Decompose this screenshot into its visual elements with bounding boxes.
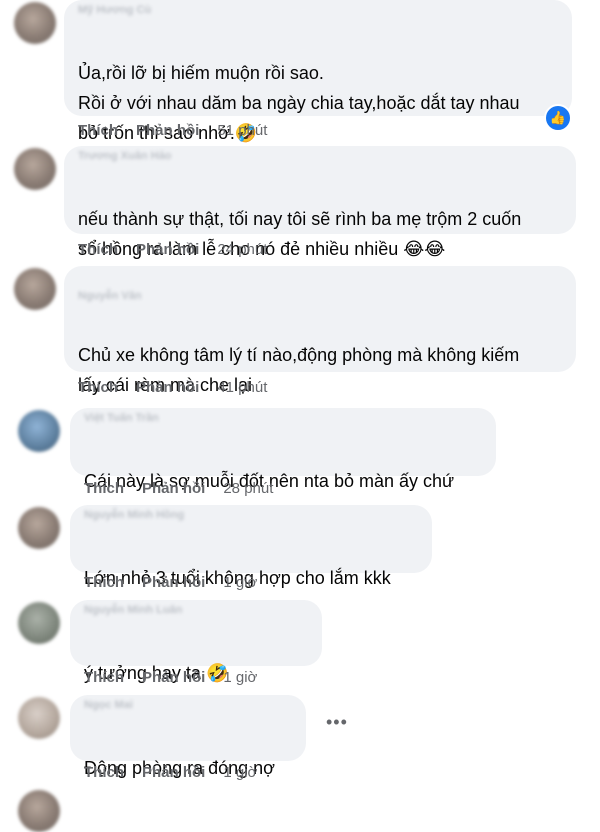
comment-time[interactable]: 1 giờ [223, 669, 257, 686]
avatar[interactable] [18, 410, 60, 452]
comment-author[interactable]: Nguyễn Văn [78, 290, 142, 302]
avatar[interactable] [18, 602, 60, 644]
reply-button[interactable]: Phản hồi [142, 669, 205, 686]
reply-button[interactable]: Phản hồi [136, 122, 199, 139]
comment-author[interactable]: Mỹ Hương Cù [78, 4, 151, 16]
reply-button[interactable]: Phản hồi [142, 574, 205, 591]
comment-actions: Thích Phản hồi 24 phút [78, 241, 285, 258]
comment-actions: Thích Phản hồi 1 giờ [84, 669, 275, 686]
comment-bubble: Trương Xuân Hảo nếu thành sự thật, tối n… [64, 146, 576, 259]
avatar[interactable] [14, 2, 56, 44]
like-button[interactable]: Thích [84, 764, 124, 781]
reply-button[interactable]: Phản hồi [136, 241, 199, 258]
like-button[interactable]: Thích [84, 574, 124, 591]
like-button[interactable]: Thích [78, 122, 118, 139]
comment-author[interactable]: Trương Xuân Hảo [78, 150, 171, 162]
comment-author[interactable]: Nguyễn Minh Hồng [84, 509, 184, 521]
laughing-emoji: 😂😂 [403, 239, 446, 259]
comment-time[interactable]: 1 giờ [223, 764, 257, 781]
comment-bubble: Nguyễn Minh Hồng Lớn nhỏ 3 tuổi không hợ… [70, 505, 432, 588]
avatar[interactable] [14, 148, 56, 190]
like-button[interactable]: Thích [78, 379, 118, 396]
comment-author[interactable]: Việt Tuấn Trần [84, 412, 159, 424]
thumbs-up-icon[interactable]: 👍 [544, 104, 572, 132]
comment-time[interactable]: 24 phút [217, 241, 267, 258]
comment-author[interactable]: Ngọc Mai [84, 699, 133, 711]
more-options-icon[interactable]: ••• [326, 712, 348, 733]
comment-time[interactable]: 51 phút [217, 122, 267, 139]
comment-time[interactable]: 28 phút [223, 480, 273, 497]
comment-bubble: Ngọc Mai Động phòng ra đóng nợ [70, 695, 306, 778]
comment-time[interactable]: 1 giờ [223, 574, 257, 591]
like-button[interactable]: Thích [84, 480, 124, 497]
like-button[interactable]: Thích [78, 241, 118, 258]
comment-bubble: Việt Tuấn Trần Cái này là sợ muỗi đốt nê… [70, 408, 496, 491]
comment-actions: Thích Phản hồi 1 giờ [84, 764, 275, 781]
comment-bubble: Nguyễn Văn Chủ xe không tâm lý tí nào,độ… [64, 266, 576, 395]
comment-author[interactable]: Nguyễn Minh Luân [84, 604, 182, 616]
comment-bubble: Mỹ Hương Cù Ủa,rồi lỡ bị hiếm muộn rồi s… [64, 0, 572, 143]
avatar[interactable] [18, 790, 60, 832]
avatar[interactable] [14, 268, 56, 310]
avatar[interactable] [18, 697, 60, 739]
comment-actions: Thích Phản hồi 51 phút [78, 122, 285, 139]
comment-actions: Thích Phản hồi 41 phút [78, 379, 285, 396]
comment-time[interactable]: 41 phút [217, 379, 267, 396]
avatar[interactable] [18, 507, 60, 549]
reply-button[interactable]: Phản hồi [142, 764, 205, 781]
comment-bubble: Nguyễn Minh Luân ý tưởng hay ta 🤣 [70, 600, 322, 683]
comment-actions: Thích Phản hồi 1 giờ [84, 574, 275, 591]
like-button[interactable]: Thích [84, 669, 124, 686]
comment-actions: Thích Phản hồi 28 phút [84, 480, 291, 497]
reply-button[interactable]: Phản hồi [142, 480, 205, 497]
reply-button[interactable]: Phản hồi [136, 379, 199, 396]
